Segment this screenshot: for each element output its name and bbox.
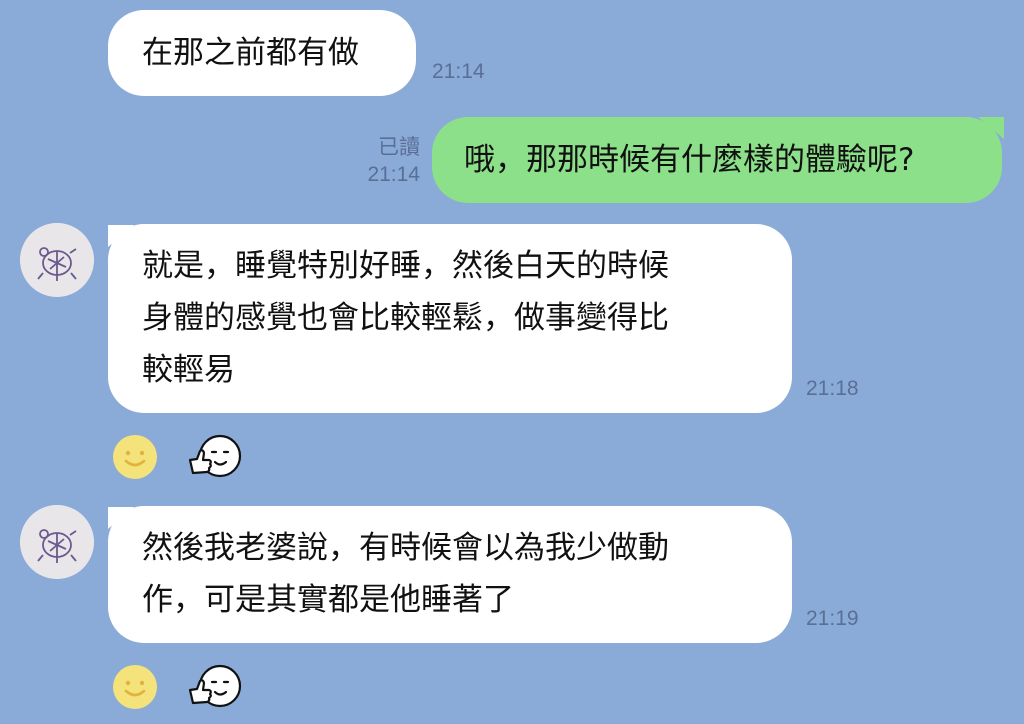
thumbs-up-face-sticker-icon[interactable] [186,662,242,718]
message-line: 身體的感覺也會比較輕鬆，做事變得比 [142,300,669,336]
bubble-tail [978,117,1004,139]
avatar[interactable] [20,505,94,579]
smile-reaction-icon[interactable] [112,434,158,480]
message-bubble-4[interactable]: 然後我老婆說，有時候會以為我少做動 作，可是其實都是他睡著了 [108,506,792,643]
message-time: 21:18 [806,377,859,400]
message-line: 作，可是其實都是他睡著了 [142,582,514,618]
read-receipt: 已讀 21:14 [350,134,420,188]
message-time: 21:19 [806,607,859,630]
message-text: 哦，那那時候有什麼樣的體驗呢? [464,142,915,178]
message-time: 21:14 [367,163,420,186]
message-time: 21:14 [432,60,485,83]
smile-reaction-icon[interactable] [112,664,158,710]
message-bubble-1[interactable]: 在那之前都有做 [108,10,416,96]
thumbs-up-face-sticker-icon[interactable] [186,432,242,488]
turtle-doodle-icon [20,223,94,297]
read-label: 已讀 [378,136,420,159]
message-bubble-3[interactable]: 就是，睡覺特別好睡，然後白天的時候 身體的感覺也會比較輕鬆，做事變得比 較輕易 [108,224,792,413]
message-text: 在那之前都有做 [142,35,359,71]
avatar[interactable] [20,223,94,297]
turtle-doodle-icon [20,505,94,579]
message-line: 就是，睡覺特別好睡，然後白天的時候 [142,248,669,284]
message-line: 然後我老婆說，有時候會以為我少做動 [142,530,669,566]
message-line: 較輕易 [142,352,235,388]
message-bubble-2[interactable]: 哦，那那時候有什麼樣的體驗呢? [432,117,1002,203]
